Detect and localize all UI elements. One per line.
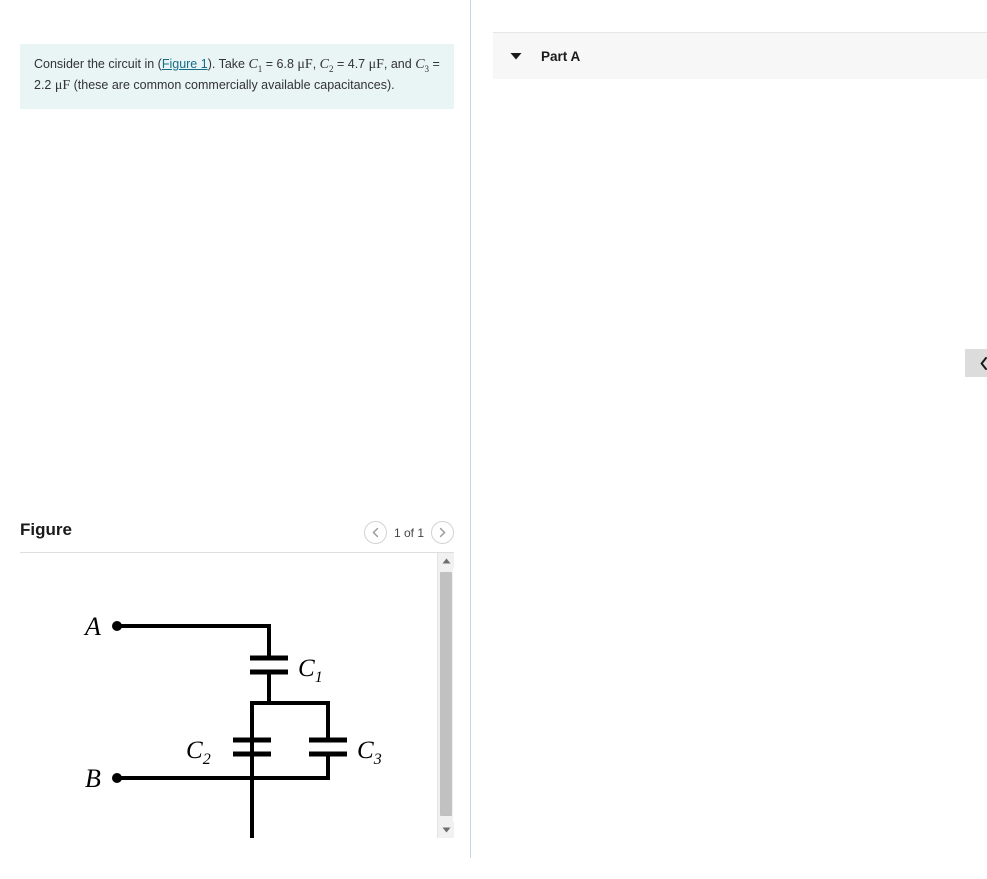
part-a-title: Part A <box>541 48 581 64</box>
cap2-label: C2 <box>186 737 211 768</box>
figure-prev-button[interactable] <box>363 521 387 544</box>
part-a-header[interactable]: Part A <box>493 32 987 79</box>
c2-value: = 4.7 <box>333 57 369 71</box>
c3-symbol: C3 <box>415 57 430 74</box>
terminal-a-dot <box>112 621 122 631</box>
separator-2: , and <box>383 57 416 71</box>
c1-symbol: C1 <box>248 57 263 74</box>
figure-next-button[interactable] <box>431 521 454 544</box>
c2-unit: μF <box>368 57 384 72</box>
problem-text-after-link: ). Take <box>207 57 249 71</box>
figure-page-count: 1 of 1 <box>393 525 424 540</box>
chevron-right-icon <box>439 527 446 538</box>
terminal-b-label: B <box>85 764 101 793</box>
c1-value: = 6.8 <box>262 57 298 71</box>
scrollbar-down-button[interactable] <box>438 822 454 838</box>
triangle-up-icon <box>442 558 450 564</box>
figure-pager: 1 of 1 <box>363 521 454 544</box>
part-a-collapse-toggle[interactable] <box>510 47 522 65</box>
terminal-b-dot <box>112 773 122 783</box>
c3-unit: μF <box>54 78 71 94</box>
c2-symbol: C2 <box>319 57 334 74</box>
cap1-label: C1 <box>298 655 323 686</box>
problem-text-tail: (these are common commercially available… <box>70 78 395 93</box>
problem-statement: Consider the circuit in (Figure 1). Take… <box>20 44 454 109</box>
figure-1-link[interactable]: Figure 1 <box>162 57 208 71</box>
separator-1: , <box>312 57 320 71</box>
chevron-left-icon <box>981 356 987 370</box>
c1-unit: μF <box>297 57 313 72</box>
caret-down-icon <box>510 53 522 60</box>
figure-scrollbar[interactable] <box>437 553 454 838</box>
left-pane: Consider the circuit in (Figure 1). Take… <box>0 0 470 858</box>
terminal-a-label: A <box>83 612 101 641</box>
circuit-diagram: A B C1 C2 C3 <box>83 612 382 838</box>
right-pane: Part A Find the equivalent capacitance. … <box>471 0 987 858</box>
chevron-left-icon <box>372 527 379 538</box>
scrollbar-thumb[interactable] <box>440 572 452 816</box>
figure-title: Figure <box>20 520 72 539</box>
figure-viewport: A B C1 C2 C3 <box>20 553 454 838</box>
return-to-assignment-button[interactable]: Return to Assignment <box>965 349 987 377</box>
triangle-down-icon <box>442 827 450 833</box>
cap3-label: C3 <box>357 737 382 768</box>
scrollbar-up-button[interactable] <box>438 553 454 569</box>
figure-header: Figure 1 of 1 <box>20 518 454 550</box>
problem-text-intro: Consider the circuit in ( <box>34 57 162 71</box>
